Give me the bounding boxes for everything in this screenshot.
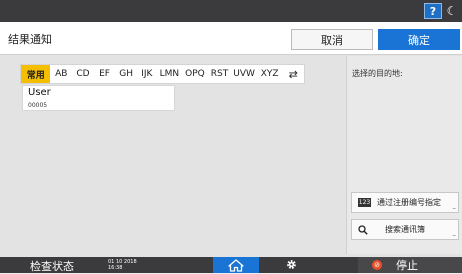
top-strip — [0, 0, 462, 22]
gear-icon[interactable] — [283, 256, 299, 272]
home-icon — [228, 258, 244, 272]
search-address-book-button[interactable]: 搜索通讯簿 ... — [351, 219, 459, 240]
more-icon: ... — [452, 231, 456, 238]
stop-button[interactable]: ⊘ 停止 — [358, 257, 462, 273]
page-title: 结果通知 — [8, 33, 52, 46]
cancel-button[interactable]: 取消 — [291, 29, 373, 50]
tab-ef[interactable]: EF — [94, 65, 116, 83]
tab-uvw[interactable]: UVW — [231, 65, 257, 83]
register-number-label: 通过注册编号指定 — [377, 198, 441, 207]
ok-button[interactable]: 确定 — [378, 29, 460, 50]
tab-frequent[interactable]: 常用 — [21, 65, 51, 83]
tab-gh[interactable]: GH — [115, 65, 137, 83]
stop-label: 停止 — [396, 259, 418, 272]
destination-label: 选择的目的地: — [352, 69, 403, 78]
tab-rst[interactable]: RST — [208, 65, 232, 83]
search-icon — [358, 224, 371, 235]
check-status-button[interactable]: 检查状态 — [30, 258, 74, 274]
register-number-button[interactable]: 123 通过注册编号指定 ... — [351, 192, 459, 213]
tab-ab[interactable]: AB — [50, 65, 72, 83]
moon-icon[interactable]: ☾ — [444, 3, 460, 19]
datetime: 01 10 2018 16:38 — [108, 259, 137, 271]
index-tabbar: 常用 AB CD EF GH IJK LMN OPQ RST UVW XYZ ⇄ — [20, 64, 305, 84]
tab-ijk[interactable]: IJK — [137, 65, 157, 83]
tab-cd[interactable]: CD — [72, 65, 94, 83]
number-icon: 123 — [358, 198, 371, 207]
more-icon: ... — [452, 204, 456, 211]
home-button[interactable] — [213, 257, 259, 273]
entry-number: 00005 — [28, 102, 48, 109]
tab-xyz[interactable]: XYZ — [257, 65, 283, 83]
help-button[interactable]: ? — [424, 3, 442, 19]
stop-icon: ⊘ — [372, 260, 382, 270]
search-address-book-label: 搜索通讯簿 — [385, 225, 425, 234]
address-entry[interactable]: User 00005 — [22, 85, 175, 111]
swap-icon[interactable]: ⇄ — [282, 65, 304, 83]
time-text: 16:38 — [108, 265, 123, 271]
tab-lmn[interactable]: LMN — [157, 65, 183, 83]
entry-name: User — [28, 87, 51, 98]
tab-opq[interactable]: OPQ — [182, 65, 208, 83]
